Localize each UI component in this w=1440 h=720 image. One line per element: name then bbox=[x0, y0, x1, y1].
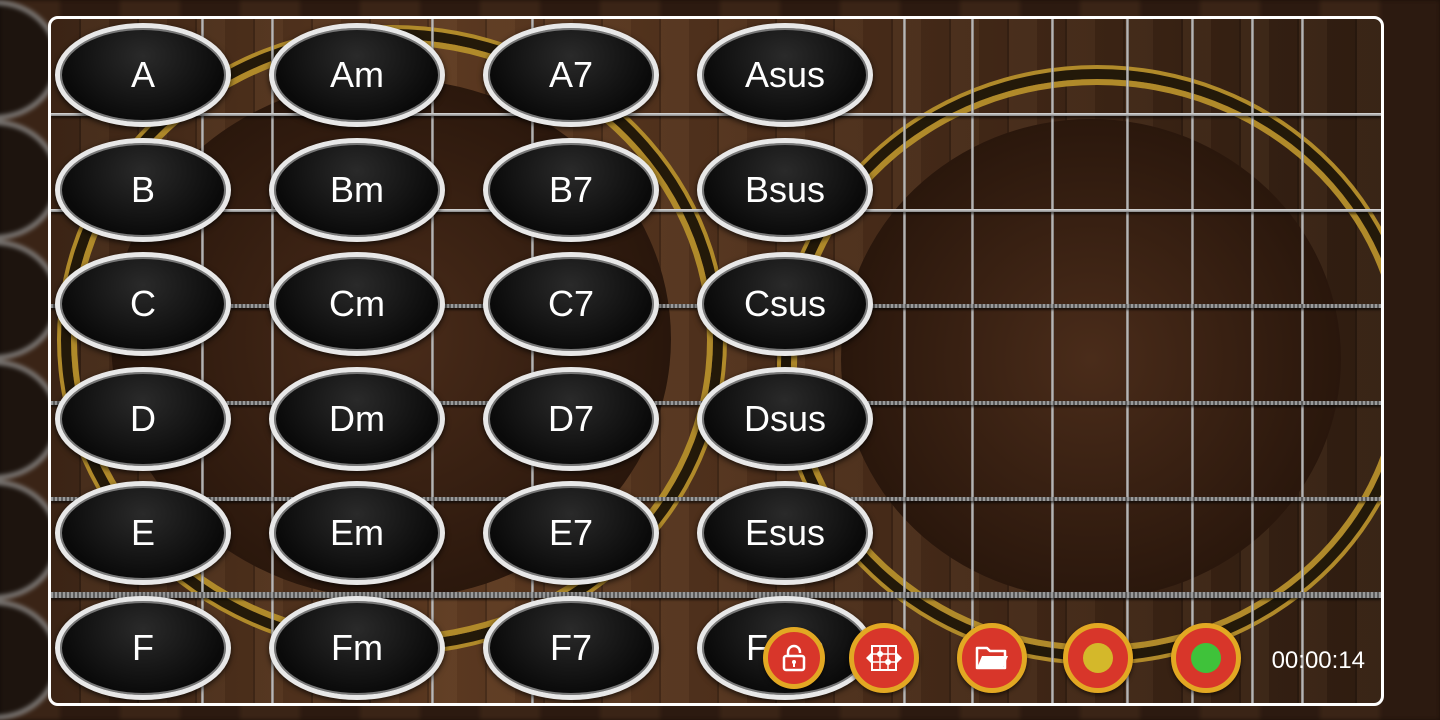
lock-button[interactable] bbox=[763, 627, 825, 689]
elapsed-timer: 00:00:14 bbox=[1271, 647, 1365, 674]
chord-editor-button[interactable] bbox=[849, 623, 919, 693]
chord-button[interactable]: F bbox=[55, 595, 231, 700]
chord-button[interactable]: Dsus bbox=[697, 366, 873, 471]
fret bbox=[1126, 19, 1129, 703]
folder-icon bbox=[975, 646, 1008, 670]
fret bbox=[1191, 19, 1194, 703]
chord-button[interactable]: C bbox=[55, 252, 231, 357]
chord-button[interactable]: E7 bbox=[483, 481, 659, 586]
chord-grid: A Am A7 Asus B Bm B7 Bsus C Cm C7 Csus D… bbox=[55, 23, 873, 700]
chord-button[interactable]: Cm bbox=[269, 252, 445, 357]
chord-button[interactable]: B7 bbox=[483, 137, 659, 242]
chord-button[interactable]: D7 bbox=[483, 366, 659, 471]
chord-button[interactable]: Dm bbox=[269, 366, 445, 471]
right-rosette bbox=[791, 79, 1381, 651]
chord-button[interactable]: A7 bbox=[483, 23, 659, 127]
chord-button[interactable]: Asus bbox=[697, 23, 873, 127]
chord-button[interactable]: C7 bbox=[483, 252, 659, 357]
yellow-dot-icon bbox=[1083, 643, 1113, 673]
chord-button[interactable]: Bsus bbox=[697, 137, 873, 242]
chord-button[interactable]: Csus bbox=[697, 252, 873, 357]
open-folder-button[interactable] bbox=[957, 623, 1027, 693]
fret bbox=[1301, 19, 1304, 703]
chord-button[interactable]: Esus bbox=[697, 481, 873, 586]
guitar-panel: A Am A7 Asus B Bm B7 Bsus C Cm C7 Csus D… bbox=[48, 16, 1384, 706]
play-button[interactable] bbox=[1171, 623, 1241, 693]
fret bbox=[903, 19, 906, 703]
green-dot-icon bbox=[1191, 643, 1221, 673]
chord-button[interactable]: D bbox=[55, 366, 231, 471]
chord-button[interactable]: Bm bbox=[269, 137, 445, 242]
chord-button[interactable]: B bbox=[55, 137, 231, 242]
fret bbox=[971, 19, 974, 703]
chord-button[interactable]: Fm bbox=[269, 595, 445, 700]
fret bbox=[1251, 19, 1254, 703]
chord-button[interactable]: E bbox=[55, 481, 231, 586]
bottom-toolbar: 00:00:14 bbox=[763, 623, 1381, 695]
chord-button[interactable]: F7 bbox=[483, 595, 659, 700]
record-button[interactable] bbox=[1063, 623, 1133, 693]
chord-button[interactable]: Am bbox=[269, 23, 445, 127]
lock-icon bbox=[782, 644, 806, 672]
chord-button[interactable]: Em bbox=[269, 481, 445, 586]
chord-button[interactable]: A bbox=[55, 23, 231, 127]
chord-diagram-icon bbox=[866, 645, 902, 671]
fret bbox=[1051, 19, 1054, 703]
